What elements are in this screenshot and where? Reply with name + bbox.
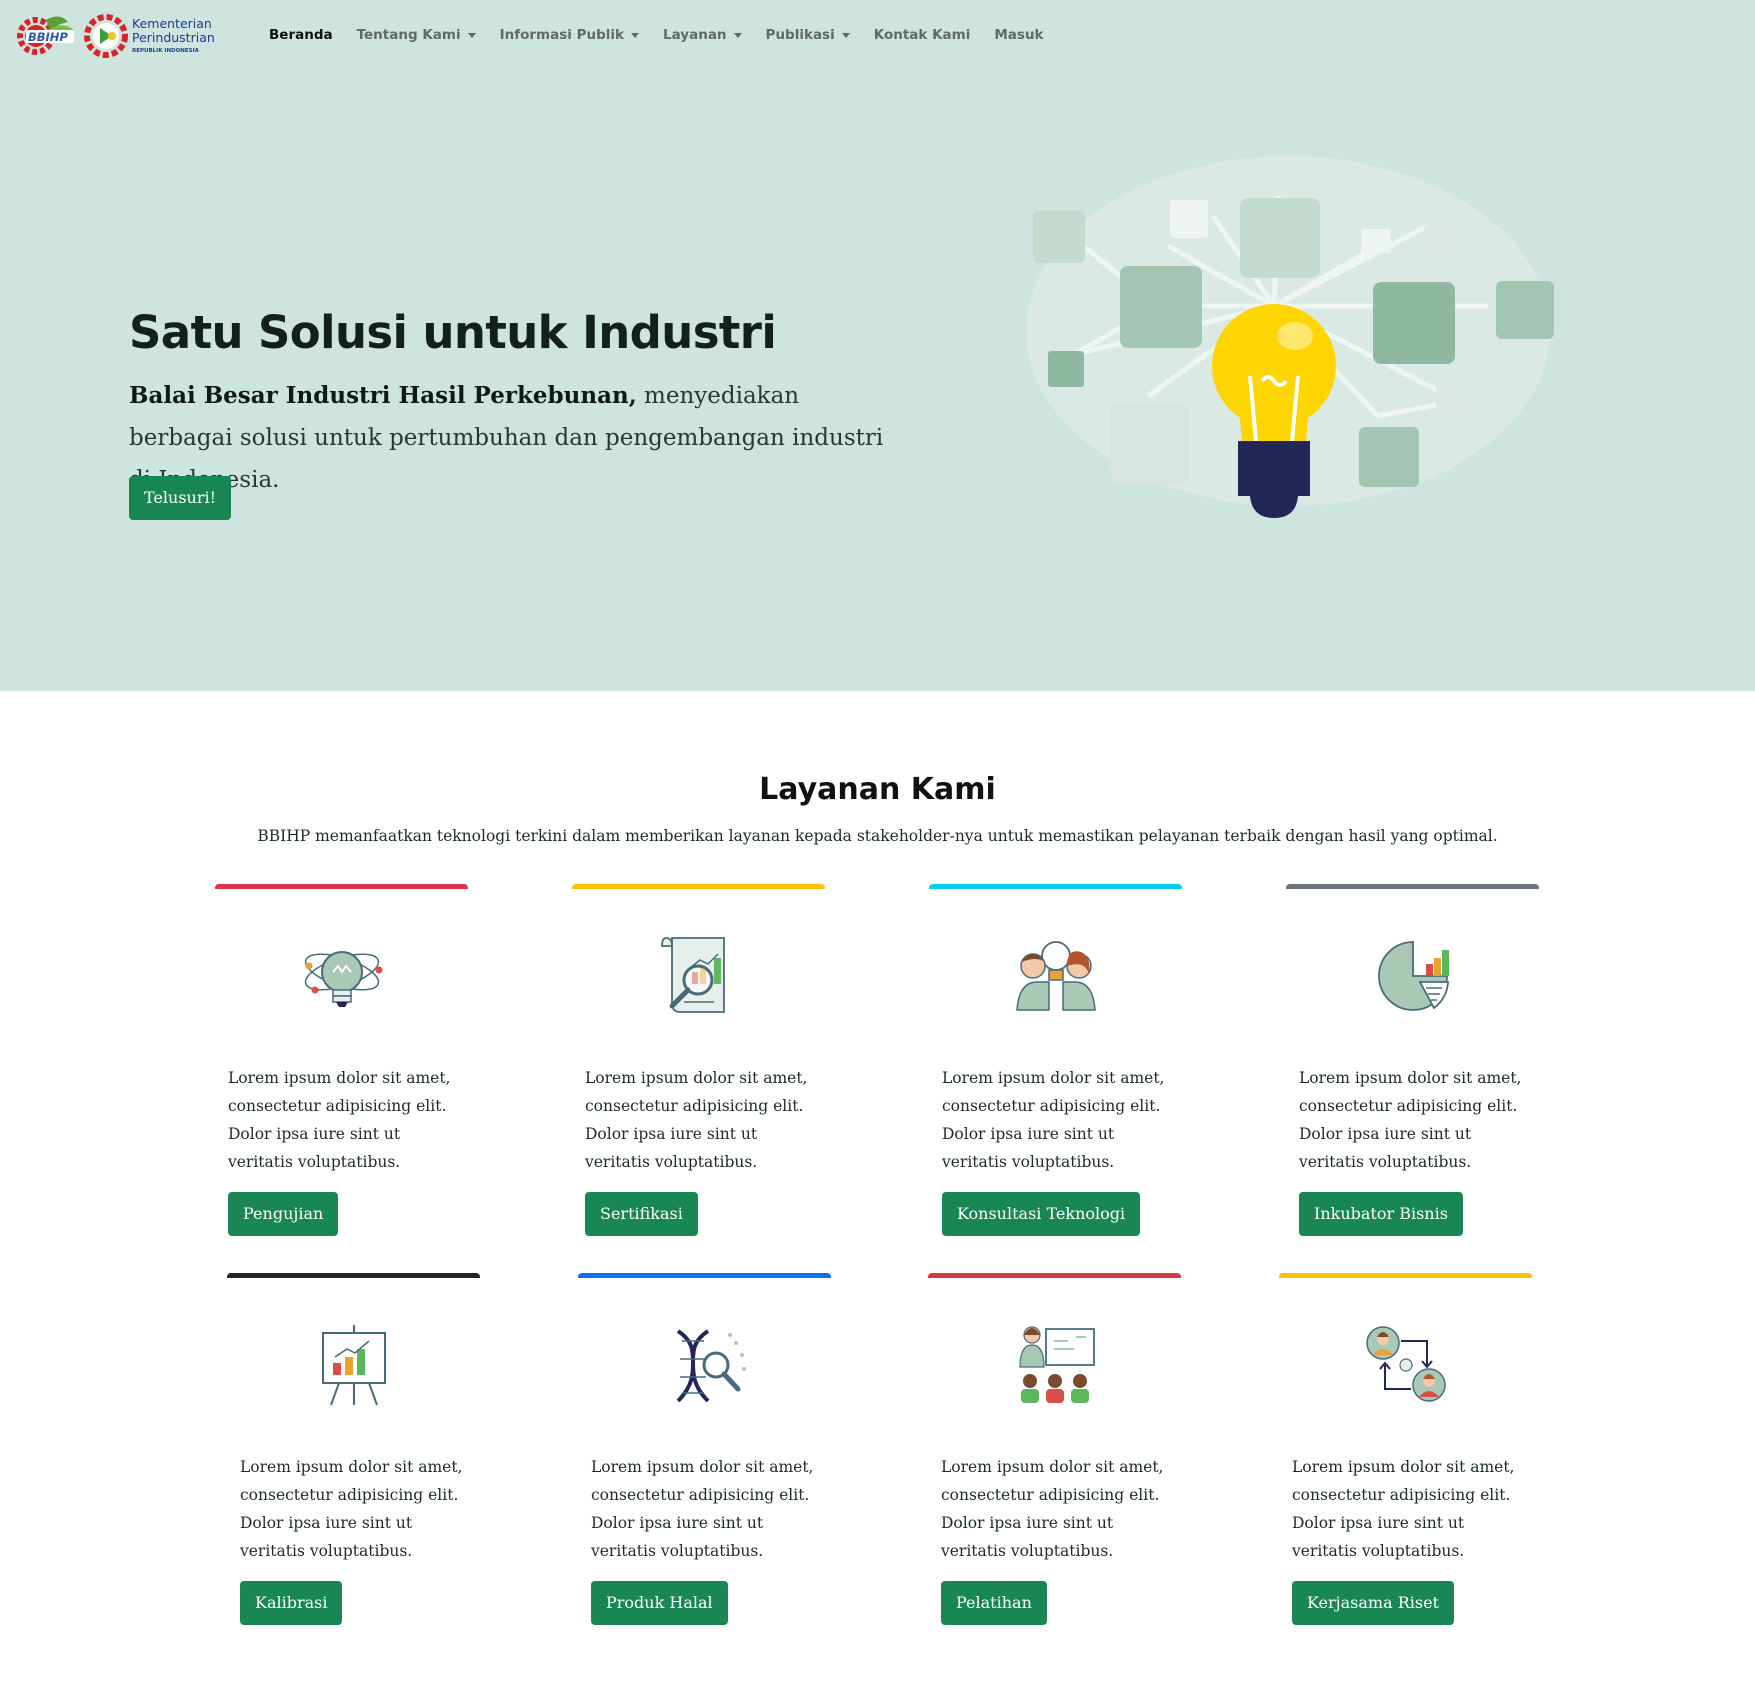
explore-button[interactable]: Telusuri! — [129, 476, 232, 520]
card-description: Lorem ipsum dolor sit amet, consectetur … — [240, 1458, 463, 1560]
card-top-bar — [1286, 884, 1539, 889]
services-title: Layanan Kami — [759, 772, 996, 807]
card-top-bar — [578, 1273, 831, 1278]
service-card-sertifikasi: Lorem ipsum dolor sit amet, consectetur … — [572, 884, 825, 1259]
card-description: Lorem ipsum dolor sit amet, consectetur … — [1292, 1458, 1515, 1560]
nav-item-masuk[interactable]: Masuk — [994, 27, 1043, 43]
card-description: Lorem ipsum dolor sit amet, consectetur … — [585, 1069, 808, 1171]
service-card-pengujian: Lorem ipsum dolor sit amet, consectetur … — [215, 884, 468, 1259]
service-card-inkubator-bisnis: Lorem ipsum dolor sit amet, consectetur … — [1286, 884, 1539, 1259]
kemenperin-logo-icon — [84, 14, 128, 58]
caret-down-icon — [631, 33, 639, 38]
kalibrasi-button[interactable]: Kalibrasi — [240, 1581, 343, 1625]
ministry-name-line2: Perindustrian — [132, 30, 215, 45]
card-top-bar — [928, 1273, 1181, 1278]
nav-item-label: Kontak Kami — [873, 27, 971, 43]
nav-item-label: Beranda — [269, 27, 333, 43]
lightbulb-atom-icon — [304, 951, 382, 1007]
hero-title: Satu Solusi untuk Industri — [129, 306, 777, 359]
ministry-name-line3: REPUBLIK INDONESIA — [132, 48, 200, 54]
nav-item-beranda[interactable]: Beranda — [269, 27, 333, 43]
presentation-board-icon — [321, 1325, 386, 1406]
pelatihan-button[interactable]: Pelatihan — [941, 1581, 1047, 1625]
card-top-bar — [227, 1273, 480, 1278]
service-card-konsultasi-teknologi: Lorem ipsum dolor sit amet, consectetur … — [929, 884, 1182, 1259]
top-navbar: BBIHP Kementerian Perindustrian REPUBLIK… — [0, 0, 1755, 72]
service-card-kerjasama-riset: Lorem ipsum dolor sit amet, consectetur … — [1279, 1273, 1532, 1648]
sertifikasi-button[interactable]: Sertifikasi — [585, 1192, 698, 1236]
caret-down-icon — [841, 33, 850, 38]
caret-down-icon — [733, 33, 742, 38]
nav-item-label: Tentang Kami — [356, 27, 461, 43]
lightbulb-network-illustration — [1026, 156, 1554, 518]
service-card-pelatihan: Lorem ipsum dolor sit amet, consectetur … — [928, 1273, 1181, 1648]
ministry-name-line1: Kementerian — [132, 16, 212, 31]
site-logo[interactable]: BBIHP Kementerian Perindustrian REPUBLIK… — [16, 10, 236, 62]
collaboration-exchange-icon — [1365, 1326, 1446, 1402]
card-top-bar — [572, 884, 825, 889]
nav-item-label: Layanan — [663, 27, 727, 43]
service-card-produk-halal: Lorem ipsum dolor sit amet, consectetur … — [578, 1273, 831, 1648]
inkubator-bisnis-button[interactable]: Inkubator Bisnis — [1299, 1192, 1463, 1236]
nav-item-informasi-publik[interactable]: Informasi Publik — [500, 27, 639, 43]
training-class-icon — [1018, 1326, 1095, 1403]
nav-item-layanan[interactable]: Layanan — [663, 27, 742, 43]
nav-item-kontak-kami[interactable]: Kontak Kami — [874, 27, 971, 43]
hero-subtitle-bold: Balai Besar Industri Hasil Perkebunan, — [129, 382, 637, 409]
produk-halal-button[interactable]: Produk Halal — [591, 1581, 728, 1625]
card-description: Lorem ipsum dolor sit amet, consectetur … — [228, 1069, 451, 1171]
card-top-bar — [929, 884, 1182, 889]
kerjasama-riset-button[interactable]: Kerjasama Riset — [1292, 1581, 1454, 1625]
konsultasi-teknologi-button[interactable]: Konsultasi Teknologi — [942, 1192, 1141, 1236]
bbihp-logo-text: BBIHP — [28, 30, 68, 44]
consultation-people-icon — [1015, 941, 1096, 1011]
nav-item-label: Masuk — [994, 27, 1044, 43]
card-description: Lorem ipsum dolor sit amet, consectetur … — [942, 1069, 1165, 1171]
card-description: Lorem ipsum dolor sit amet, consectetur … — [941, 1458, 1164, 1560]
nav-menu: Beranda Tentang Kami Informasi Publik La… — [269, 27, 1068, 43]
caret-down-icon — [467, 33, 476, 38]
pengujian-button[interactable]: Pengujian — [228, 1192, 339, 1236]
pie-chart-icon — [1377, 941, 1449, 1011]
bbihp-logo-icon: BBIHP — [17, 16, 74, 55]
nav-item-publikasi[interactable]: Publikasi — [766, 27, 850, 43]
hero-subtitle: Balai Besar Industri Hasil Perkebunan, m… — [129, 375, 889, 501]
nav-item-label: Publikasi — [765, 27, 835, 43]
nav-item-tentang-kami[interactable]: Tentang Kami — [357, 27, 476, 43]
hero-section: BBIHP Kementerian Perindustrian REPUBLIK… — [0, 0, 1755, 691]
services-description: BBIHP memanfaatkan teknologi terkini dal… — [257, 827, 1498, 845]
card-top-bar — [1279, 1273, 1532, 1278]
card-description: Lorem ipsum dolor sit amet, consectetur … — [591, 1458, 814, 1560]
dna-search-icon — [676, 1329, 746, 1403]
card-description: Lorem ipsum dolor sit amet, consectetur … — [1299, 1069, 1522, 1171]
nav-item-label: Informasi Publik — [499, 27, 624, 43]
card-top-bar — [215, 884, 468, 889]
document-analysis-icon — [660, 937, 725, 1013]
service-card-kalibrasi: Lorem ipsum dolor sit amet, consectetur … — [227, 1273, 480, 1648]
